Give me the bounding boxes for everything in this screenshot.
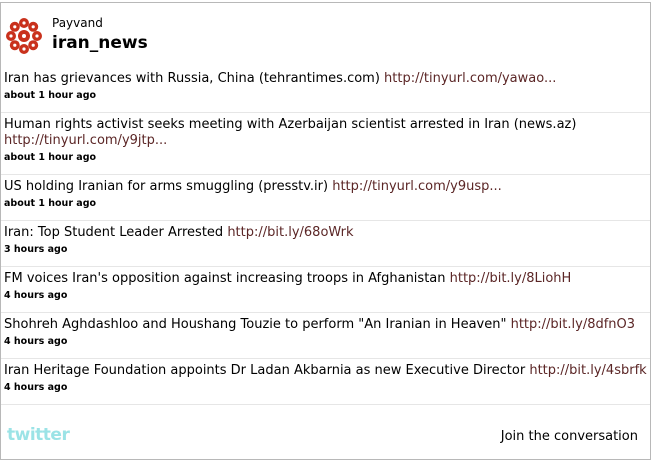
tweet-text: US holding Iranian for arms smuggling (p…	[4, 179, 333, 194]
tweet-link[interactable]: http://bit.ly/4sbrfk	[529, 363, 646, 378]
tweet-link[interactable]: http://bit.ly/8LiohH	[450, 271, 572, 286]
tweet-item: Shohreh Aghdashloo and Houshang Touzie t…	[1, 313, 650, 359]
tweet-text: Iran has grievances with Russia, China (…	[4, 71, 385, 86]
widget-header: Payvand iran_news	[1, 3, 650, 67]
tweet-link[interactable]: http://tinyurl.com/yawao...	[384, 71, 556, 86]
tweet-item: Iran Heritage Foundation appoints Dr Lad…	[1, 359, 650, 405]
tweet-item: Iran: Top Student Leader Arrested http:/…	[1, 221, 650, 267]
tweet-text: Iran Heritage Foundation appoints Dr Lad…	[4, 363, 530, 378]
tweet-text: Human rights activist seeks meeting with…	[4, 117, 577, 132]
tweet-item: Iran has grievances with Russia, China (…	[1, 67, 650, 113]
tweet-timestamp[interactable]: 3 hours ago	[4, 244, 647, 256]
join-conversation-link[interactable]: Join the conversation	[501, 429, 638, 444]
tweet-text: FM voices Iran's opposition against incr…	[4, 271, 450, 286]
tweet-timestamp[interactable]: about 1 hour ago	[4, 152, 647, 164]
tweet-item: Human rights activist seeks meeting with…	[1, 113, 650, 175]
tweet-text: Iran: Top Student Leader Arrested	[4, 225, 228, 240]
tweet-text: Shohreh Aghdashloo and Houshang Touzie t…	[4, 317, 511, 332]
tweet-link[interactable]: http://tinyurl.com/y9usp...	[332, 179, 502, 194]
tweet-timestamp[interactable]: 4 hours ago	[4, 336, 647, 348]
tweet-link[interactable]: http://bit.ly/8dfnO3	[511, 317, 635, 332]
tweet-timestamp[interactable]: 4 hours ago	[4, 290, 647, 302]
tweet-item: US holding Iranian for arms smuggling (p…	[1, 175, 650, 221]
tweet-timestamp[interactable]: about 1 hour ago	[4, 198, 647, 210]
widget-footer: twitter Join the conversation	[1, 411, 650, 459]
tweet-item: FM voices Iran's opposition against incr…	[1, 267, 650, 313]
tweet-timestamp[interactable]: 4 hours ago	[4, 382, 647, 394]
profile-name[interactable]: Payvand	[52, 16, 103, 30]
twitter-logo[interactable]: twitter	[7, 425, 70, 445]
tweet-timestamp[interactable]: about 1 hour ago	[4, 90, 647, 102]
tweet-list: Iran has grievances with Russia, China (…	[1, 67, 650, 405]
profile-handle[interactable]: iran_news	[52, 33, 148, 53]
twitter-widget: Payvand iran_news Iran has grievances wi…	[0, 2, 651, 460]
tweet-link[interactable]: http://bit.ly/68oWrk	[227, 225, 353, 240]
payvand-logo-icon[interactable]	[5, 17, 43, 55]
tweet-link[interactable]: http://tinyurl.com/y9jtp...	[4, 133, 167, 148]
